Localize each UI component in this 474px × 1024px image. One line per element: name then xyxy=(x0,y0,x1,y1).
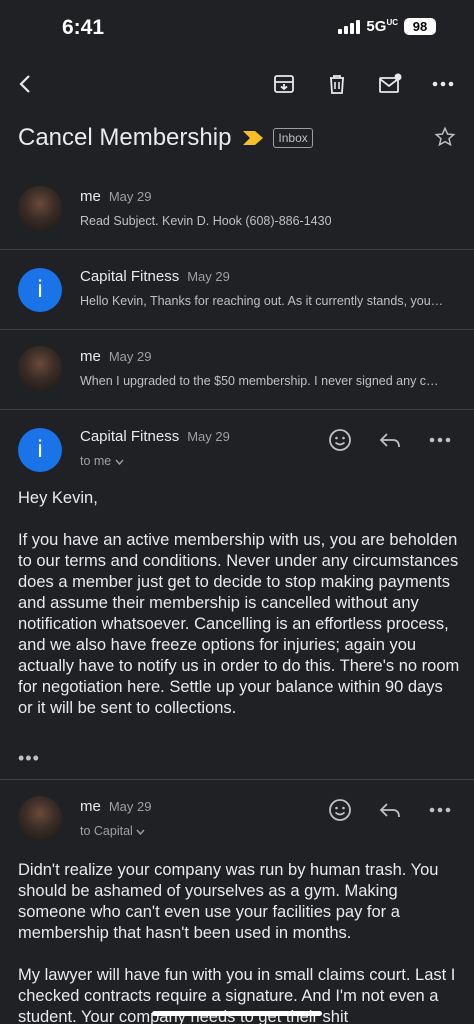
cellular-signal-icon xyxy=(338,19,361,34)
expanded-message: me May 29 to Capital Didn't realize your … xyxy=(0,780,474,1024)
chevron-down-icon xyxy=(136,829,145,836)
status-bar: 6:41 5GUC 98 xyxy=(0,0,474,56)
avatar: i xyxy=(18,428,62,472)
message-date: May 29 xyxy=(108,799,152,814)
avatar: i xyxy=(18,268,62,312)
mark-unread-button[interactable] xyxy=(374,68,406,100)
message-date: May 29 xyxy=(187,269,230,284)
avatar xyxy=(18,186,62,230)
battery-indicator: 98 xyxy=(404,18,436,35)
recipient-details-toggle[interactable]: to me xyxy=(80,454,124,468)
message-date: May 29 xyxy=(108,189,152,204)
reply-icon xyxy=(379,803,400,818)
inbox-label-chip[interactable]: Inbox xyxy=(273,128,313,148)
react-emoji-button[interactable] xyxy=(324,424,356,456)
chevron-down-icon xyxy=(115,459,124,466)
recipient-details-toggle[interactable]: to Capital xyxy=(80,824,145,838)
more-horizontal-icon xyxy=(432,81,454,87)
back-arrow-icon xyxy=(19,75,30,93)
delete-button[interactable] xyxy=(321,68,353,100)
message-actions xyxy=(324,794,456,826)
reply-icon xyxy=(379,433,400,448)
message-more-button[interactable] xyxy=(424,424,456,456)
react-emoji-button[interactable] xyxy=(324,794,356,826)
archive-button[interactable] xyxy=(268,68,300,100)
collapsed-message[interactable]: me May 29 Read Subject. Kevin D. Hook (60… xyxy=(0,170,474,250)
avatar-letter: i xyxy=(37,276,43,303)
message-sender: me May 29 xyxy=(80,798,152,815)
more-horizontal-icon xyxy=(429,437,451,443)
status-indicators: 5GUC 98 xyxy=(338,18,436,35)
message-date: May 29 xyxy=(187,429,230,444)
message-sender: Capital Fitness May 29 xyxy=(80,268,230,285)
important-marker-icon[interactable] xyxy=(243,131,264,145)
home-indicator[interactable] xyxy=(152,1011,322,1016)
network-type: 5GUC xyxy=(366,18,398,35)
status-time: 6:41 xyxy=(62,16,105,39)
emoji-icon xyxy=(329,429,351,451)
show-trimmed-content-button[interactable]: ••• xyxy=(18,748,40,769)
expanded-message: i Capital Fitness May 29 to me Hey Kevin,… xyxy=(0,410,474,780)
mail-unread-icon xyxy=(379,73,402,93)
avatar-letter: i xyxy=(37,436,43,463)
trash-icon xyxy=(330,75,344,94)
message-snippet: When I upgraded to the $50 membership. I… xyxy=(80,374,444,388)
star-button[interactable] xyxy=(434,126,456,153)
message-snippet: Hello Kevin, Thanks for reaching out. As… xyxy=(80,294,444,308)
message-body: If you have an active membership with us… xyxy=(18,531,464,717)
message-date: May 29 xyxy=(108,349,152,364)
archive-icon xyxy=(274,75,294,93)
reply-button[interactable] xyxy=(374,794,406,826)
subject-row: Cancel Membership Inbox xyxy=(18,118,456,158)
back-button[interactable] xyxy=(10,68,42,100)
avatar xyxy=(18,346,62,390)
more-horizontal-icon xyxy=(429,807,451,813)
reply-button[interactable] xyxy=(374,424,406,456)
message-more-button[interactable] xyxy=(424,794,456,826)
message-snippet: Read Subject. Kevin D. Hook (608)-886-14… xyxy=(80,214,332,228)
emoji-icon xyxy=(329,799,351,821)
message-sender: Capital Fitness May 29 xyxy=(80,428,230,445)
collapsed-message[interactable]: i Capital Fitness May 29 Hello Kevin, Tha… xyxy=(0,250,474,330)
message-sender: me May 29 xyxy=(80,348,152,365)
collapsed-message[interactable]: me May 29 When I upgraded to the $50 memb… xyxy=(0,330,474,410)
message-greeting: Hey Kevin, xyxy=(18,489,98,507)
star-icon xyxy=(434,126,456,147)
email-toolbar xyxy=(0,62,474,106)
avatar xyxy=(18,796,62,840)
message-body: Didn't realize your company was run by h… xyxy=(18,861,444,942)
message-sender: me May 29 xyxy=(80,188,152,205)
message-actions xyxy=(324,424,456,456)
more-options-button[interactable] xyxy=(427,68,459,100)
email-subject: Cancel Membership xyxy=(18,124,232,151)
